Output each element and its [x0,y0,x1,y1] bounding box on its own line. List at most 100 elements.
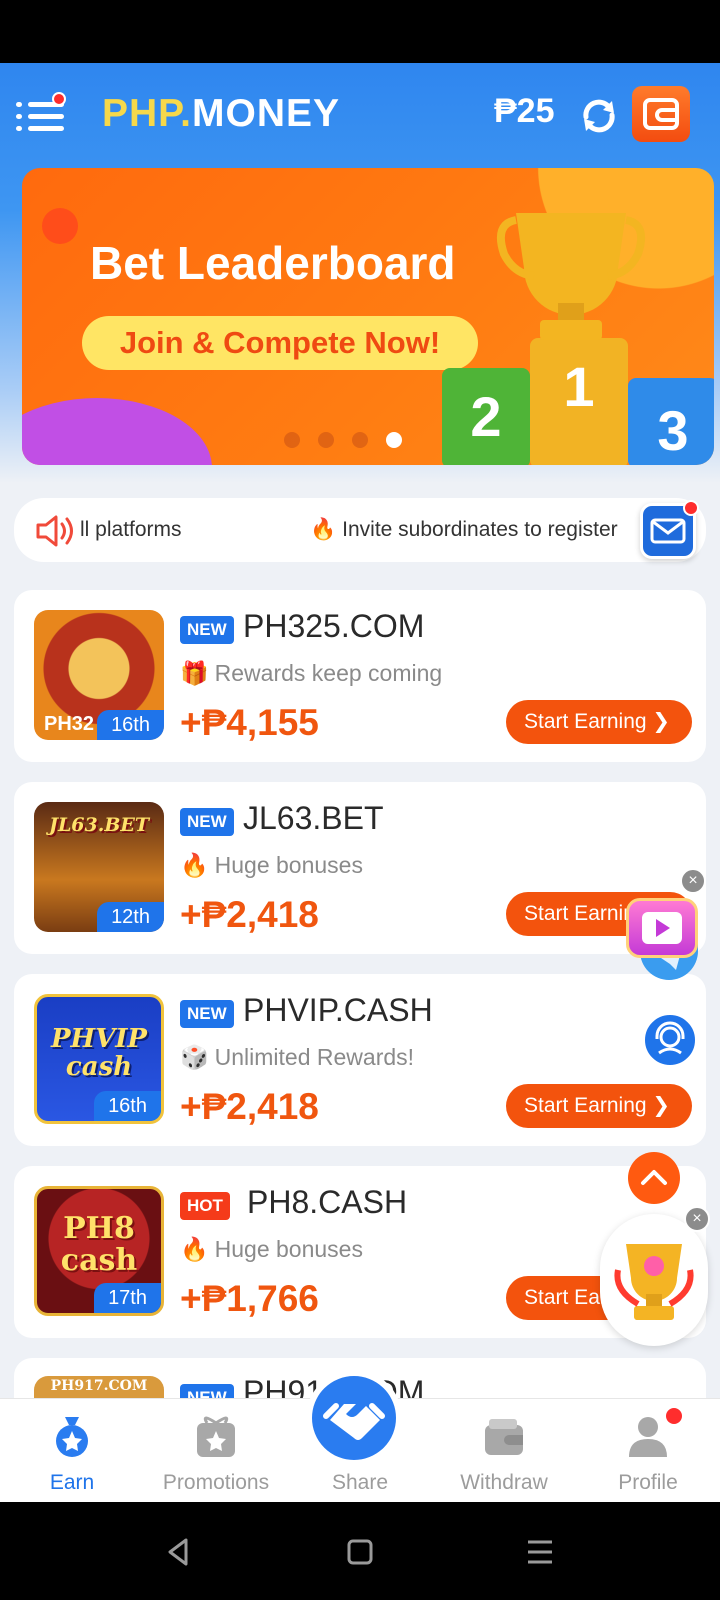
notice-bar[interactable]: ll platforms 🔥 Invite subordinates to reg… [14,498,706,562]
gift-icon [197,1416,235,1457]
platform-subtitle: 🎁 Rewards keep coming [180,660,442,687]
banner-cta[interactable]: Join & Compete Now! [82,316,478,370]
reward-amount: +₱2,418 [180,1086,319,1127]
dice-icon: 🎲 [180,1044,209,1070]
hot-badge: HOT [180,1192,230,1220]
mail-button[interactable] [640,500,699,559]
tab-withdraw[interactable]: Withdraw [432,1399,576,1503]
tab-earn[interactable]: Earn [0,1399,144,1503]
platform-thumbnail: JL63.BET 12th [34,802,164,932]
subtitle-text: Huge bonuses [214,1236,363,1262]
reward-amount: +₱4,155 [180,702,319,743]
banner-decoration-ball [42,208,78,244]
notice-text-1: ll platforms [80,518,182,541]
fire-icon: 🔥 [180,1236,209,1262]
video-icon [642,912,682,944]
rank-badge: 16th [97,710,164,740]
subtitle-text: Rewards keep coming [214,660,443,686]
banner-title: Bet Leaderboard [90,237,456,289]
video-button[interactable] [626,898,698,958]
tab-label: Share [331,1471,389,1494]
new-badge: NEW [180,1000,234,1028]
start-earning-button[interactable]: Start Earning ❯ [506,700,692,744]
tab-label: Promotions [162,1471,270,1494]
scroll-up-button[interactable] [628,1152,680,1204]
promo-banner[interactable]: Bet Leaderboard Join & Compete Now! 2 1 … [22,168,714,465]
tab-profile[interactable]: Profile [576,1399,720,1503]
system-nav-bar [0,1502,720,1600]
handshake-icon [323,1403,385,1440]
platform-card[interactable]: PH32 16th NEW PH325.COM 🎁 Rewards keep co… [14,590,706,762]
new-badge: NEW [180,1384,234,1398]
platform-name: PH8.CASH [247,1184,408,1220]
new-badge: NEW [180,808,234,836]
pagination-dot[interactable] [318,432,334,448]
fire-icon: 🔥 [180,852,209,878]
thumbnail-label: JL63.BET [48,814,150,836]
platform-subtitle: 🔥 Huge bonuses [180,852,363,879]
wallet-button[interactable] [632,86,690,142]
tab-promotions[interactable]: Promotions [144,1399,288,1503]
platform-subtitle: 🔥 Huge bonuses [180,1236,363,1263]
reward-amount: +₱2,418 [180,894,319,935]
platform-name: PH325.COM [243,608,425,644]
notice-text-2: 🔥 Invite subordinates to register [310,518,618,542]
start-earning-button[interactable]: Start Earning ❯ [506,1084,692,1128]
notification-dot [666,1408,682,1424]
refresh-button[interactable] [578,95,620,137]
podium-label-1: 1 [563,355,594,418]
trophy-icon [497,213,645,340]
subtitle-text: Huge bonuses [214,852,363,878]
pagination-dot[interactable] [352,432,368,448]
notification-dot [683,500,699,516]
tab-label: Profile [618,1471,678,1494]
notification-dot [52,92,66,106]
share-button[interactable] [306,1370,402,1466]
platform-subtitle: 🎲 Unlimited Rewards! [180,1044,414,1071]
close-icon[interactable]: × [680,868,706,894]
scroll-up-icon [641,1170,667,1185]
earn-icon [56,1417,88,1457]
platform-thumbnail: PH917.COM [34,1376,164,1398]
platform-name: JL63.BET [243,800,384,836]
platform-card[interactable]: JL63.BET 12th NEW JL63.BET 🔥 Huge bonuses… [14,782,706,954]
support-button[interactable] [642,1012,698,1068]
gift-icon: 🎁 [180,660,209,686]
subtitle-text: Unlimited Rewards! [214,1044,415,1070]
app-logo: PHP.MONEY [102,92,341,135]
refresh-icon [583,99,615,133]
banner-decoration [22,398,212,465]
status-bar [0,0,720,63]
user-icon [629,1417,667,1457]
platform-thumbnail: PH32 16th [34,610,164,740]
reward-amount: +₱1,766 [180,1278,319,1319]
rank-badge: 12th [97,902,164,932]
banner-pagination [284,432,420,448]
rank-badge: 16th [94,1091,161,1121]
tab-label: Earn [49,1471,95,1494]
podium-label-2: 2 [470,385,501,448]
platform-name: PHVIP.CASH [243,992,433,1028]
trophy-widget[interactable] [600,1214,708,1346]
thumbnail-label: PHVIP cash [50,1024,147,1082]
balance-value: ₱25 [494,92,555,130]
notice-message: Invite subordinates to register [342,518,618,541]
support-icon [655,1021,685,1055]
thumbnail-label: PH917.COM [50,1378,148,1394]
tab-label: Withdraw [460,1471,548,1494]
home-icon[interactable] [336,1528,384,1576]
trophy-podium-image: 2 1 3 [442,338,714,465]
back-icon[interactable] [154,1528,202,1576]
pagination-dot-active[interactable] [386,432,402,448]
menu-button[interactable] [16,92,66,136]
recents-icon[interactable] [516,1528,564,1576]
new-badge: NEW [180,616,234,644]
rank-badge: 17th [94,1283,161,1313]
platform-card[interactable]: PHVIP cash 16th NEW PHVIP.CASH 🎲 Unlimite… [14,974,706,1146]
pagination-dot[interactable] [284,432,300,448]
podium-label-3: 3 [657,399,688,462]
close-icon[interactable]: × [684,1206,710,1232]
trophy-icon [614,1244,694,1320]
platform-thumbnail: PH8 cash 17th [34,1186,164,1316]
speaker-icon [36,515,73,547]
